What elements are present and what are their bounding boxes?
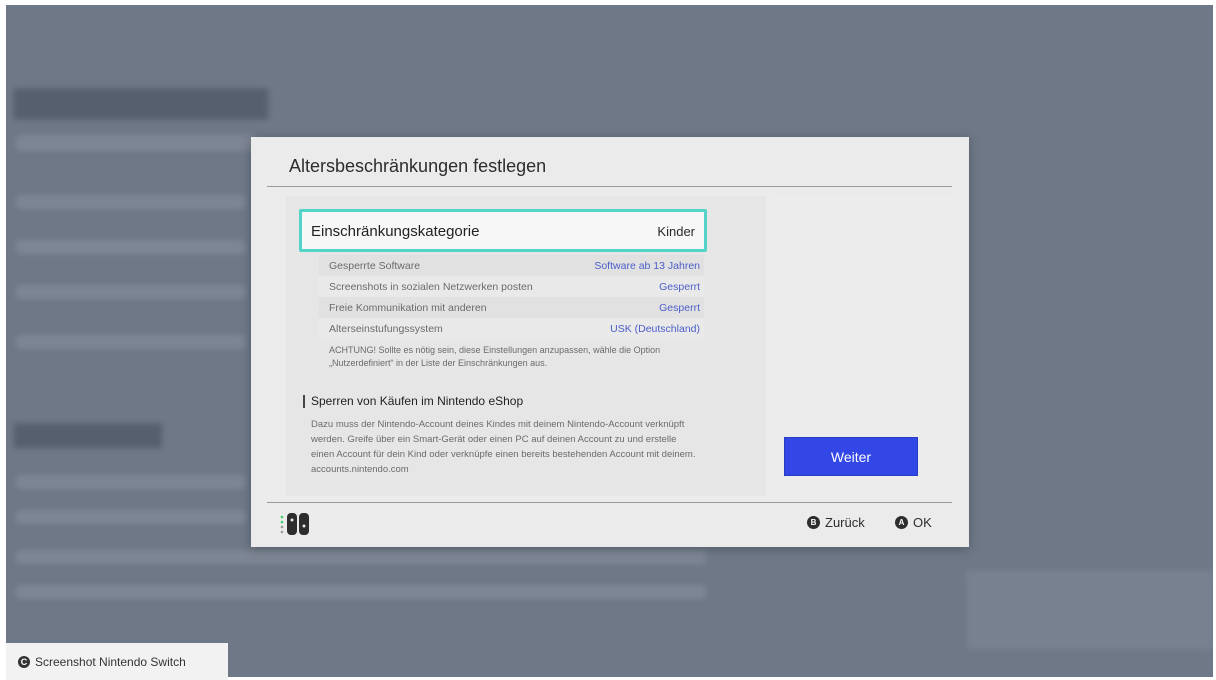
ok-label: OK	[913, 515, 932, 530]
background-blur-shape	[16, 475, 246, 489]
background-blur-shape	[16, 585, 706, 599]
category-value: Kinder	[657, 224, 695, 239]
detail-value: Gesperrt	[659, 302, 700, 314]
detail-row: Screenshots in sozialen Netzwerken poste…	[319, 276, 704, 297]
background-blur-shape	[16, 550, 706, 564]
divider	[267, 186, 952, 187]
warning-note: ACHTUNG! Sollte es nötig sein, diese Ein…	[329, 345, 661, 368]
background-blur-shape	[16, 195, 246, 209]
continue-button[interactable]: Weiter	[784, 437, 918, 476]
dialog-title: Altersbeschränkungen festlegen	[289, 156, 547, 176]
background-blur-shape	[16, 285, 246, 299]
screenshot-caption: C Screenshot Nintendo Switch	[6, 643, 228, 680]
detail-row: Gesperrte Software Software ab 13 Jahren	[319, 255, 704, 276]
restriction-category-selector[interactable]: Einschränkungskategorie Kinder	[299, 209, 707, 252]
back-label: Zurück	[825, 515, 865, 530]
background-blur-shape	[16, 335, 246, 349]
background-blur-shape	[16, 135, 256, 151]
background-heading-blur: ▇▇▇▇▇▇▇▇	[14, 421, 162, 448]
detail-label: Gesperrte Software	[329, 260, 421, 272]
joycon-controller-icon	[280, 513, 309, 535]
b-button-icon: B	[807, 516, 820, 529]
detail-label: Freie Kommunikation mit anderen	[329, 302, 487, 314]
detail-row: Alterseinstufungssystem USK (Deutschland…	[319, 318, 704, 339]
ok-button[interactable]: A OK	[895, 515, 932, 530]
detail-label: Alterseinstufungssystem	[329, 323, 443, 335]
eshop-section-title: Sperren von Käufen im Nintendo eShop	[303, 395, 523, 408]
background-blur-shape	[16, 510, 246, 524]
background-heading-blur: ▇▇▇▇▇▇▇▇▇▇▇	[14, 86, 268, 119]
detail-value: Gesperrt	[659, 281, 700, 293]
detail-value: USK (Deutschland)	[610, 323, 700, 335]
age-restriction-dialog: Altersbeschränkungen festlegen Einschrän…	[251, 137, 969, 547]
back-button[interactable]: B Zurück	[807, 515, 865, 530]
caption-text: Screenshot Nintendo Switch	[35, 654, 186, 669]
a-button-icon: A	[895, 516, 908, 529]
category-label: Einschränkungskategorie	[311, 223, 480, 240]
detail-label: Screenshots in sozialen Netzwerken poste…	[329, 281, 533, 293]
detail-row: Freie Kommunikation mit anderen Gesperrt	[319, 297, 704, 318]
copyright-icon: C	[18, 655, 30, 668]
background-blur-shape	[966, 570, 1213, 650]
detail-value: Software ab 13 Jahren	[594, 260, 700, 272]
background-blur-shape	[16, 240, 246, 254]
divider	[267, 502, 952, 503]
eshop-section-body: Dazu muss der Nintendo-Account deines Ki…	[311, 419, 696, 475]
